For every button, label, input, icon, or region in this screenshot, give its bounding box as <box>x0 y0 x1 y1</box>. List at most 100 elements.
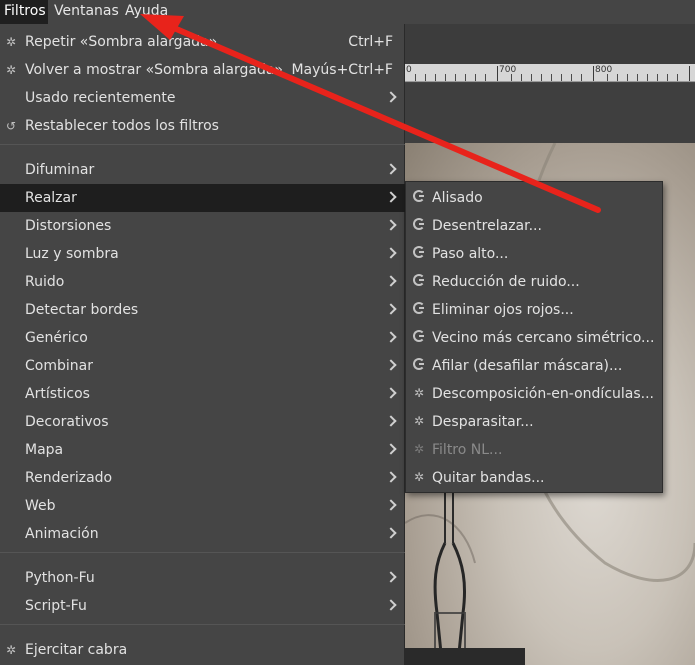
submenu-item-vecino-mas-cercano[interactable]: Vecino más cercano simétrico... <box>406 324 662 352</box>
menu-item-decorativos[interactable]: Decorativos <box>0 408 405 436</box>
ruler-label: 0 <box>406 65 412 75</box>
submenu-item-label: Desentrelazar... <box>432 218 542 234</box>
ruler-major-tick <box>497 66 498 81</box>
menu-item-label: Artísticos <box>25 386 90 402</box>
chevron-right-icon <box>385 415 397 427</box>
menu-item-artisticos[interactable]: Artísticos <box>0 380 405 408</box>
ruler-tick <box>607 74 608 81</box>
menu-item-distorsiones[interactable]: Distorsiones <box>0 212 405 240</box>
submenu-item-desparasitar[interactable]: ✲ Desparasitar... <box>406 408 662 436</box>
ruler-tick <box>627 74 628 81</box>
ruler-tick <box>637 74 638 81</box>
menu-item-ejercitar-cabra[interactable]: ✲ Ejercitar cabra <box>0 636 405 664</box>
submenu-item-reduccion-de-ruido[interactable]: Reducción de ruido... <box>406 268 662 296</box>
ruler-tick <box>425 74 426 81</box>
ruler-tick <box>435 74 436 81</box>
ruler-label: 700 <box>499 65 517 75</box>
gear-icon: ✲ <box>413 470 425 484</box>
submenu-item-label: Vecino más cercano simétrico... <box>432 330 655 346</box>
gegl-icon <box>412 330 426 344</box>
gear-icon: ✲ <box>413 386 425 400</box>
menu-ventanas[interactable]: Ventanas <box>50 0 123 24</box>
gear-icon: ✲ <box>413 442 425 456</box>
menu-separator <box>0 552 405 553</box>
canvas-margin <box>405 83 695 143</box>
menu-ayuda[interactable]: Ayuda <box>121 0 172 24</box>
chevron-right-icon <box>385 275 397 287</box>
chevron-right-icon <box>385 247 397 259</box>
menu-item-combinar[interactable]: Combinar <box>0 352 405 380</box>
menu-item-repeat[interactable]: ✲ Repetir «Sombra alargada» Ctrl+F <box>0 28 405 56</box>
ruler-tick <box>677 74 678 81</box>
menu-item-label: Web <box>25 498 56 514</box>
chevron-right-icon <box>385 571 397 583</box>
menu-item-reshow[interactable]: ✲ Volver a mostrar «Sombra alargada» May… <box>0 56 405 84</box>
submenu-item-label: Paso alto... <box>432 246 509 262</box>
menu-item-label: Ruido <box>25 274 65 290</box>
menu-item-ruido[interactable]: Ruido <box>0 268 405 296</box>
menu-item-label: Luz y sombra <box>25 246 119 262</box>
menu-item-script-fu[interactable]: Script-Fu <box>0 592 405 620</box>
menu-item-label: Animación <box>25 526 99 542</box>
menubar: Filtros Ventanas Ayuda <box>0 0 695 24</box>
gegl-icon <box>412 190 426 204</box>
chevron-right-icon <box>385 499 397 511</box>
reset-icon: ↺ <box>5 119 17 133</box>
menu-item-reset[interactable]: ↺ Restablecer todos los filtros <box>0 112 405 140</box>
submenu-item-label: Desparasitar... <box>432 414 534 430</box>
submenu-item-filtro-nl: ✲ Filtro NL... <box>406 436 662 464</box>
submenu-item-eliminar-ojos-rojos[interactable]: Eliminar ojos rojos... <box>406 296 662 324</box>
ruler-tick <box>485 74 486 81</box>
menu-item-label: Difuminar <box>25 162 95 178</box>
menu-item-label: Restablecer todos los filtros <box>25 118 219 134</box>
submenu-item-paso-alto[interactable]: Paso alto... <box>406 240 662 268</box>
menu-item-luz-y-sombra[interactable]: Luz y sombra <box>0 240 405 268</box>
enhance-submenu: Alisado Desentrelazar... Paso alto... Re… <box>405 181 663 493</box>
menu-item-difuminar[interactable]: Difuminar <box>0 156 405 184</box>
ruler-label: 800 <box>595 65 613 75</box>
ruler-tick <box>561 74 562 81</box>
ruler-major-tick <box>593 66 594 81</box>
chevron-right-icon <box>385 471 397 483</box>
gegl-icon <box>412 246 426 260</box>
ruler-tick <box>511 74 512 81</box>
submenu-item-desentrelazar[interactable]: Desentrelazar... <box>406 212 662 240</box>
filters-menu: ✲ Repetir «Sombra alargada» Ctrl+F ✲ Vol… <box>0 24 405 665</box>
chevron-right-icon <box>385 191 397 203</box>
menu-item-web[interactable]: Web <box>0 492 405 520</box>
submenu-item-label: Afilar (desafilar máscara)... <box>432 358 623 374</box>
menu-item-generico[interactable]: Genérico <box>0 324 405 352</box>
ruler-tick <box>571 74 572 81</box>
gear-icon: ✲ <box>5 63 17 77</box>
ruler-major-tick <box>689 66 690 81</box>
menu-item-renderizado[interactable]: Renderizado <box>0 464 405 492</box>
menu-item-label: Decorativos <box>25 414 109 430</box>
menu-item-realzar[interactable]: Realzar <box>0 184 405 212</box>
menu-item-detectar-bordes[interactable]: Detectar bordes <box>0 296 405 324</box>
menu-item-label: Script-Fu <box>25 598 87 614</box>
menu-item-shortcut: Mayús+Ctrl+F <box>291 62 393 78</box>
menu-item-recent[interactable]: Usado recientemente <box>0 84 405 112</box>
menu-item-label: Distorsiones <box>25 218 112 234</box>
menu-item-label: Genérico <box>25 330 88 346</box>
menu-item-label: Combinar <box>25 358 93 374</box>
submenu-item-alisado[interactable]: Alisado <box>406 184 662 212</box>
chevron-right-icon <box>385 443 397 455</box>
horizontal-ruler: 0 700 800 <box>405 64 695 82</box>
ruler-tick <box>647 74 648 81</box>
ruler-tick <box>551 74 552 81</box>
chevron-right-icon <box>385 527 397 539</box>
menu-item-animacion[interactable]: Animación <box>0 520 405 548</box>
ruler-tick <box>521 74 522 81</box>
menu-item-mapa[interactable]: Mapa <box>0 436 405 464</box>
ruler-tick <box>617 74 618 81</box>
submenu-item-quitar-bandas[interactable]: ✲ Quitar bandas... <box>406 464 662 492</box>
submenu-item-label: Filtro NL... <box>432 442 503 458</box>
submenu-item-afilar[interactable]: Afilar (desafilar máscara)... <box>406 352 662 380</box>
gegl-icon <box>412 302 426 316</box>
menu-item-python-fu[interactable]: Python-Fu <box>0 564 405 592</box>
ruler-tick <box>455 74 456 81</box>
submenu-item-descomposicion-ondiculas[interactable]: ✲ Descomposición-en-ondículas... <box>406 380 662 408</box>
toolbar-strip <box>405 24 695 64</box>
menu-filtros[interactable]: Filtros <box>0 0 48 24</box>
